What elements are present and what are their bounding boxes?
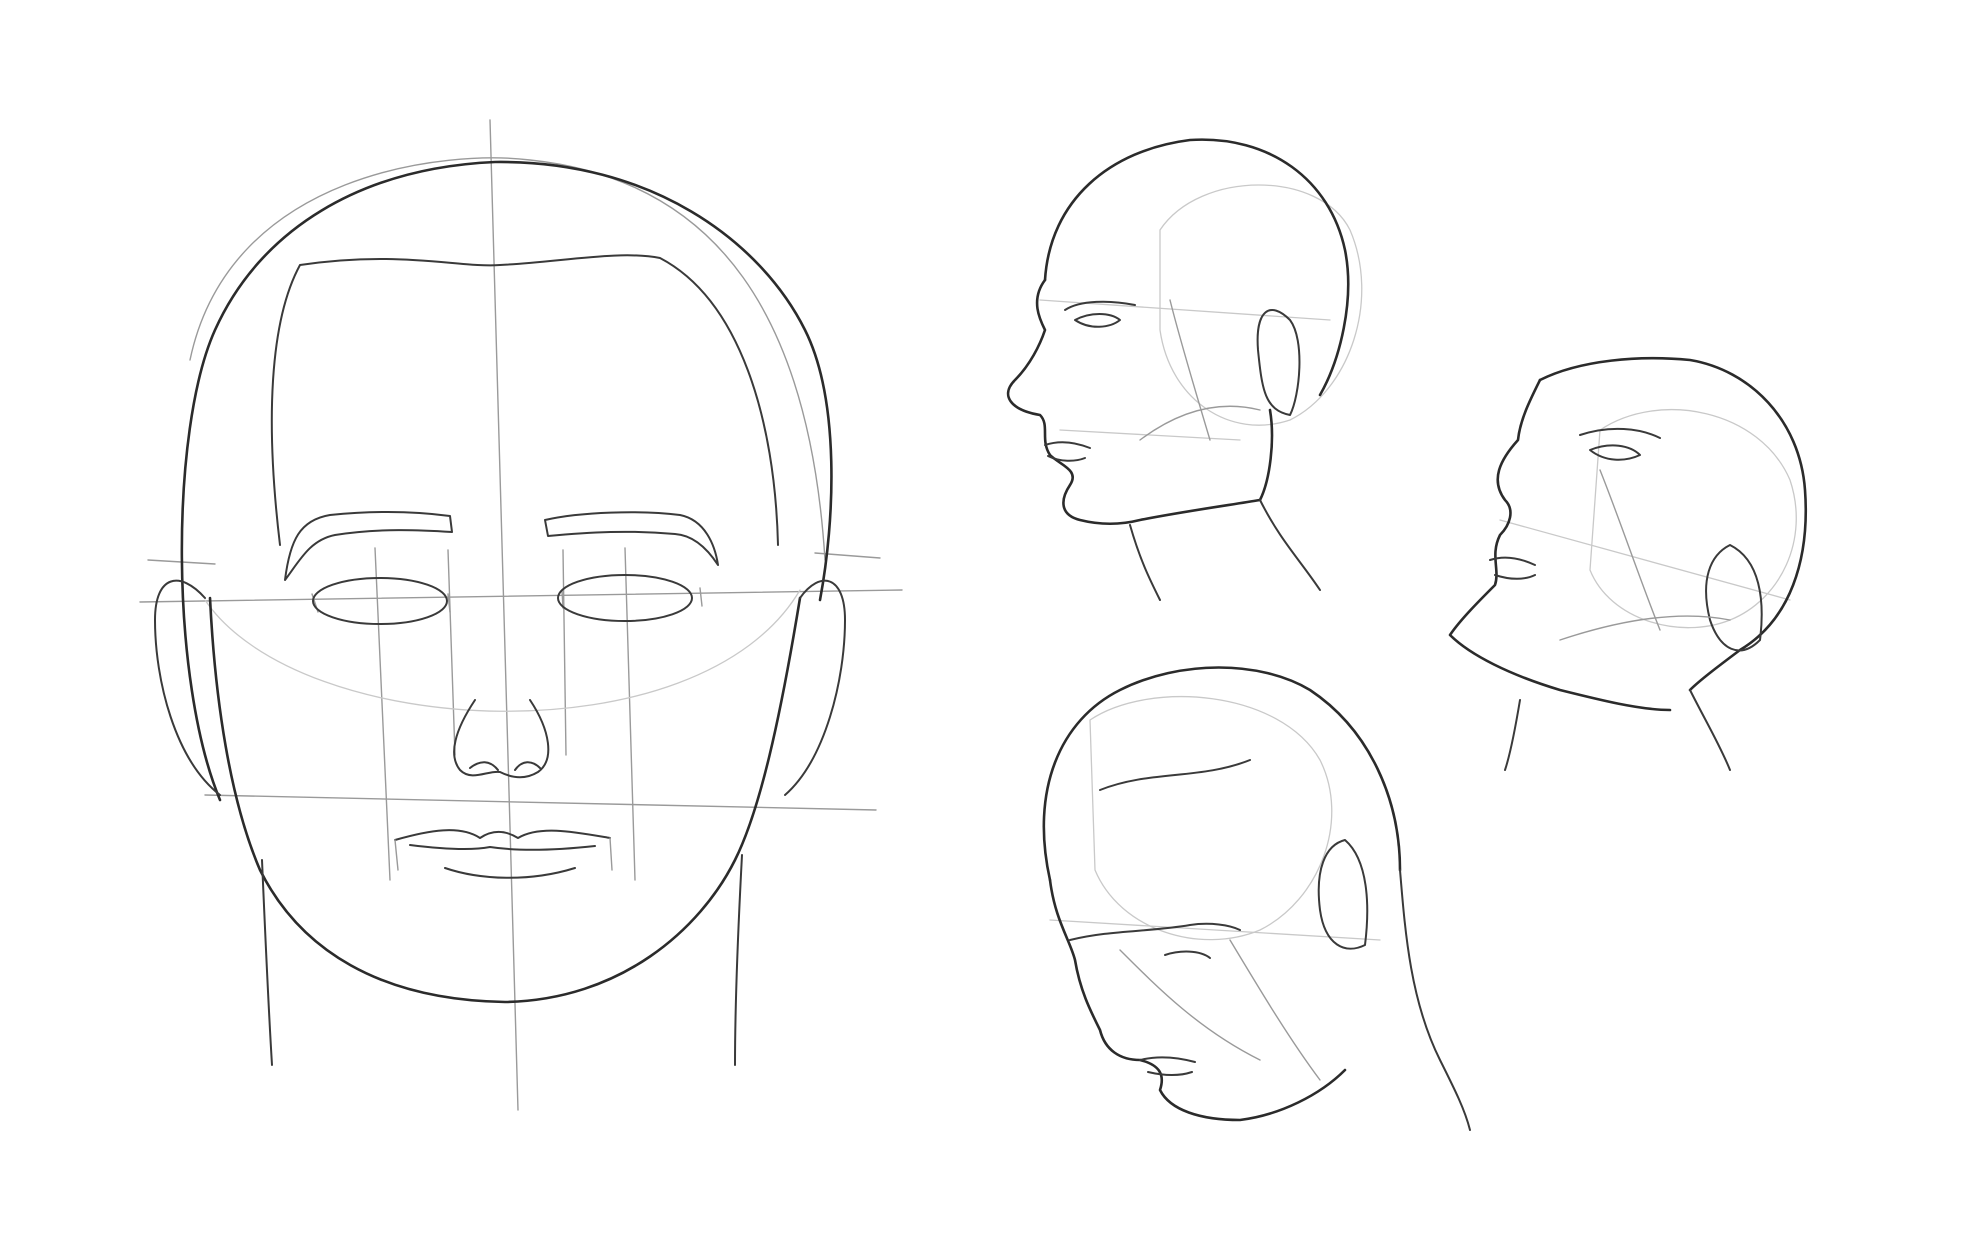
down-eye — [1164, 950, 1211, 959]
drawing-canvas — [0, 0, 1966, 1255]
down-cranium — [1042, 666, 1402, 882]
front-neck-right — [734, 854, 743, 1066]
head-sketch-sheet — [139, 119, 1807, 1131]
tq-neck — [1129, 499, 1321, 601]
left-eye — [312, 577, 448, 625]
upward-tilted-head — [1448, 356, 1807, 771]
up-ear — [1705, 544, 1763, 652]
tq-cranium — [1043, 138, 1350, 397]
downward-tilted-head — [1042, 666, 1471, 1131]
three-quarter-head — [1006, 138, 1363, 601]
down-mouth — [1139, 1056, 1196, 1076]
up-neck — [1504, 689, 1731, 771]
up-brow — [1579, 427, 1661, 439]
upper-lip — [394, 829, 611, 841]
up-face-profile — [1448, 378, 1672, 712]
left-eyebrow — [284, 511, 453, 581]
tq-ear — [1256, 309, 1301, 416]
down-neck — [1399, 869, 1471, 1131]
down-face-profile — [1048, 878, 1347, 1122]
front-view-head — [139, 119, 903, 1111]
down-hair-part — [1099, 759, 1251, 791]
nostrils — [469, 761, 541, 771]
lip-line — [409, 844, 596, 851]
tq-eye — [1074, 313, 1121, 328]
front-hairline — [270, 254, 779, 546]
up-cranium — [1538, 356, 1807, 692]
lower-lip — [444, 867, 576, 879]
right-eye — [557, 574, 693, 622]
tq-mouth — [1044, 441, 1091, 462]
right-ear — [784, 579, 846, 796]
tq-face-profile — [1006, 278, 1274, 526]
right-eyebrow — [544, 511, 719, 566]
down-ear — [1317, 839, 1369, 950]
